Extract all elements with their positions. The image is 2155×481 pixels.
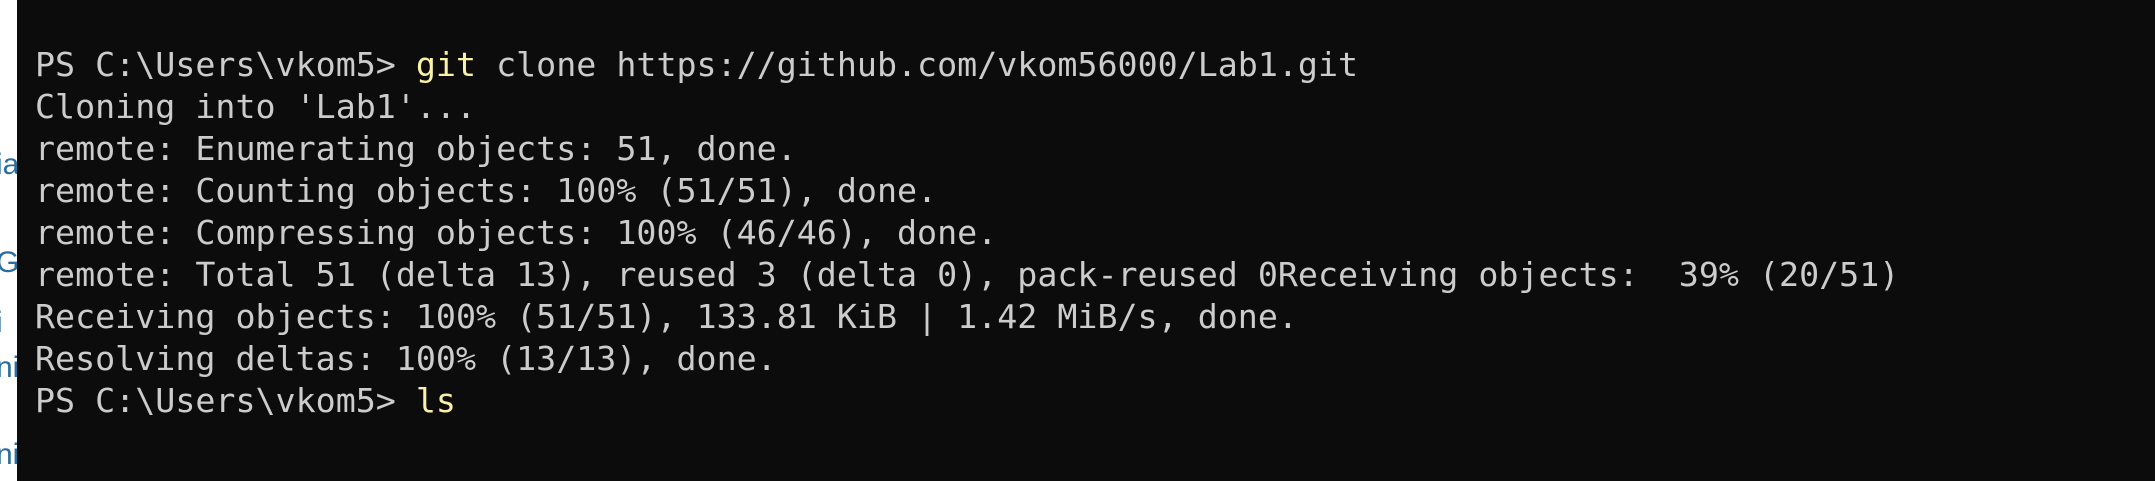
terminal-window[interactable]: PS C:\Users\vkom5> git clone https://git…: [17, 0, 2155, 481]
terminal-line: remote: Enumerating objects: 51, done.: [35, 129, 797, 168]
terminal-line: remote: Compressing objects: 100% (46/46…: [35, 213, 998, 252]
terminal-line: Receiving objects: 100% (51/51), 133.81 …: [35, 297, 1298, 336]
terminal-line: Cloning into 'Lab1'...: [35, 87, 477, 126]
command-args: clone https://github.com/vkom56000/Lab1.…: [476, 45, 1359, 84]
command-program: git: [415, 45, 477, 84]
terminal-line-command: PS C:\Users\vkom5> git clone https://git…: [35, 44, 1899, 86]
terminal-line: remote: Counting objects: 100% (51/51), …: [35, 171, 938, 210]
terminal-line: Resolving deltas: 100% (13/13), done.: [35, 339, 777, 378]
terminal-line-command: PS C:\Users\vkom5> ls: [35, 380, 1899, 422]
command-program: ls: [415, 381, 456, 420]
prompt: PS C:\Users\vkom5>: [35, 381, 416, 420]
prompt: PS C:\Users\vkom5>: [35, 45, 416, 84]
terminal-output[interactable]: PS C:\Users\vkom5> git clone https://git…: [35, 44, 1899, 422]
terminal-line: remote: Total 51 (delta 13), reused 3 (d…: [35, 255, 1900, 294]
background-text-fragment: i: [0, 308, 3, 338]
